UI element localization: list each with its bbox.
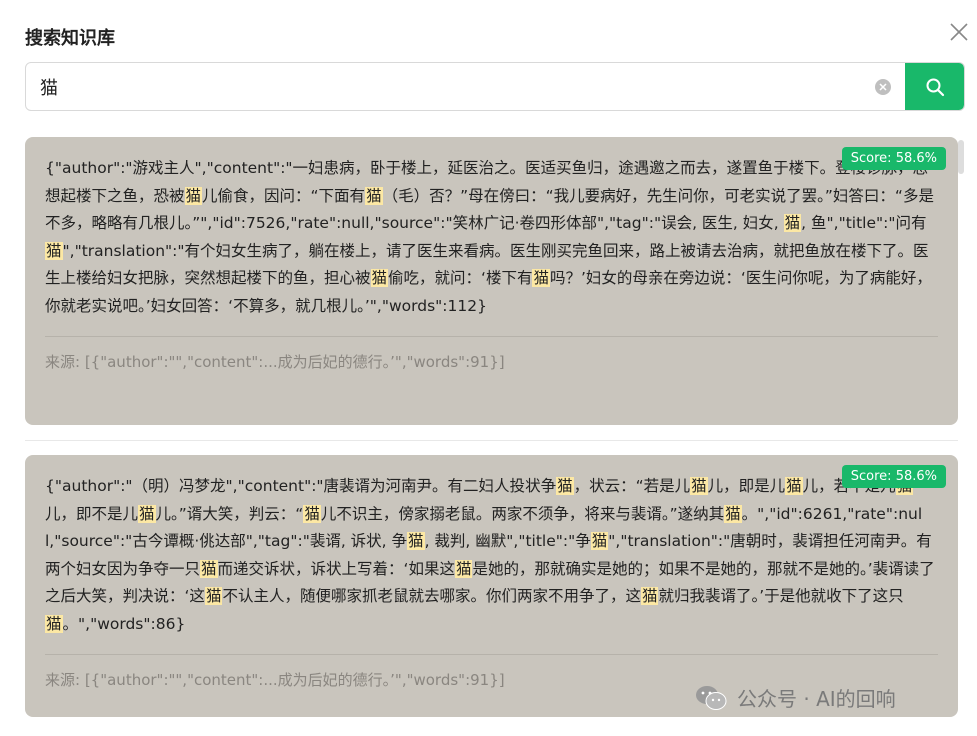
keyword-highlight: 猫 — [45, 614, 63, 633]
keyword-highlight: 猫 — [365, 186, 383, 205]
keyword-highlight: 猫 — [138, 504, 156, 523]
keyword-highlight: 猫 — [200, 559, 218, 578]
keyword-highlight: 猫 — [303, 504, 321, 523]
wechat-icon — [696, 685, 727, 710]
clear-input-button[interactable] — [875, 78, 891, 95]
keyword-highlight: 猫 — [184, 186, 203, 205]
search-box — [25, 62, 965, 111]
keyword-highlight: 猫 — [204, 587, 223, 605]
search-button[interactable] — [905, 63, 964, 110]
keyword-highlight: 猫 — [556, 477, 574, 495]
clear-icon — [879, 82, 887, 91]
keyword-highlight: 猫 — [370, 269, 389, 287]
close-button[interactable] — [948, 21, 970, 43]
keyword-highlight: 猫 — [590, 532, 609, 550]
card-separator — [25, 440, 958, 441]
close-icon — [950, 23, 968, 41]
watermark-text: 公众号 · AI的回响 — [737, 687, 896, 711]
keyword-highlight: 猫 — [724, 504, 742, 523]
keyword-highlight: 猫 — [532, 269, 550, 287]
keyword-highlight: 猫 — [690, 477, 708, 495]
score-badge: Score: 58.6% — [841, 147, 946, 170]
keyword-highlight: 猫 — [45, 241, 63, 260]
keyword-highlight: 猫 — [783, 214, 802, 232]
keyword-highlight: 猫 — [454, 559, 473, 578]
result-content: {"author":"游戏主人","content":"一妇患病，卧于楼上，延医… — [45, 159, 934, 315]
result-source: 来源: [{"author":"","content":...成为后妃的德行。’… — [45, 353, 505, 371]
score-badge: Score: 58.6% — [841, 465, 946, 488]
result-card[interactable]: Score: 58.6% {"author":"（明）冯梦龙","content… — [25, 455, 958, 717]
result-content: {"author":"（明）冯梦龙","content":"唐裴谞为河南尹。有二… — [45, 477, 935, 633]
card-divider — [45, 654, 938, 655]
keyword-highlight: 猫 — [407, 532, 425, 550]
keyword-highlight: 猫 — [785, 477, 803, 495]
card-divider — [45, 336, 938, 337]
result-card[interactable]: Score: 58.6% {"author":"游戏主人","content":… — [25, 137, 958, 441]
keyword-highlight: 猫 — [640, 587, 659, 605]
search-input[interactable] — [26, 63, 875, 110]
search-icon — [926, 78, 944, 96]
results-list: Score: 58.6% {"author":"游戏主人","content":… — [25, 137, 958, 717]
scrollbar-thumb[interactable] — [958, 140, 964, 174]
watermark: 公众号 · AI的回响 — [695, 683, 896, 712]
dialog-title: 搜索知识库 — [25, 28, 115, 49]
